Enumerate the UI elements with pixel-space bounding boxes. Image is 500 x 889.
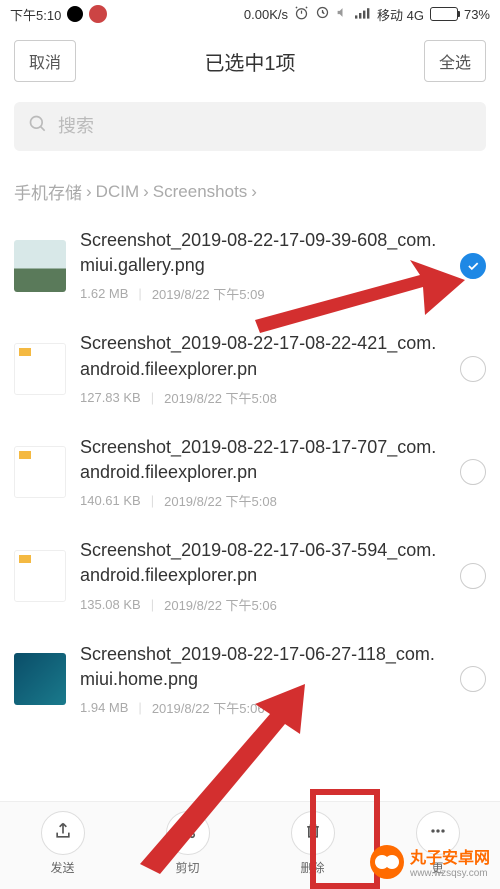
app-icon <box>89 5 107 23</box>
checkbox[interactable] <box>460 666 486 692</box>
file-date: 2019/8/22 下午5:09 <box>152 284 265 303</box>
delete-button[interactable]: 删除 <box>291 811 335 876</box>
checkbox-checked[interactable] <box>460 253 486 279</box>
list-item[interactable]: Screenshot_2019-08-22-17-08-17-707_com.a… <box>0 421 500 524</box>
watermark-title: 丸子安卓网 <box>410 844 490 868</box>
mute-icon <box>336 6 349 22</box>
send-button[interactable]: 发送 <box>41 811 85 876</box>
clock-icon <box>315 5 330 23</box>
more-icon <box>428 821 448 846</box>
battery-pct: 73% <box>464 7 490 22</box>
thumbnail <box>14 240 66 292</box>
file-name: Screenshot_2019-08-22-17-06-27-118_com.m… <box>80 642 446 692</box>
file-size: 140.61 KB <box>80 493 141 508</box>
checkbox[interactable] <box>460 356 486 382</box>
list-item[interactable]: Screenshot_2019-08-22-17-06-27-118_com.m… <box>0 628 500 731</box>
watermark-logo <box>370 845 404 879</box>
file-name: Screenshot_2019-08-22-17-08-17-707_com.a… <box>80 435 446 485</box>
file-list: Screenshot_2019-08-22-17-09-39-608_com.m… <box>0 214 500 731</box>
battery-icon <box>430 7 458 21</box>
file-name: Screenshot_2019-08-22-17-09-39-608_com.m… <box>80 228 446 278</box>
netspeed: 0.00K/s <box>244 7 288 22</box>
breadcrumb[interactable]: 手机存储 › DCIM › Screenshots › <box>0 165 500 214</box>
qq-icon <box>67 6 83 22</box>
file-date: 2019/8/22 下午5:08 <box>164 388 277 407</box>
search-box[interactable] <box>14 102 486 151</box>
cut-button[interactable]: 剪切 <box>166 811 210 876</box>
file-size: 127.83 KB <box>80 390 141 405</box>
signal-icon <box>355 7 371 22</box>
watermark-url: www.wzsqsy.com <box>410 868 490 879</box>
header: 取消 已选中1项 全选 <box>0 28 500 94</box>
share-icon <box>53 821 73 846</box>
chevron-right-icon: › <box>86 182 92 202</box>
scissors-icon <box>178 821 198 846</box>
thumbnail <box>14 343 66 395</box>
checkbox[interactable] <box>460 563 486 589</box>
file-size: 135.08 KB <box>80 597 141 612</box>
file-name: Screenshot_2019-08-22-17-06-37-594_com.a… <box>80 538 446 588</box>
file-name: Screenshot_2019-08-22-17-08-22-421_com.a… <box>80 331 446 381</box>
file-size: 1.62 MB <box>80 286 128 301</box>
select-all-button[interactable]: 全选 <box>424 40 486 82</box>
list-item[interactable]: Screenshot_2019-08-22-17-08-22-421_com.a… <box>0 317 500 420</box>
chevron-right-icon: › <box>143 182 149 202</box>
status-bar: 下午5:10 0.00K/s 移动 4G 73% <box>0 0 500 28</box>
file-date: 2019/8/22 下午5:06 <box>152 698 265 717</box>
watermark: 丸子安卓网 www.wzsqsy.com <box>370 844 490 879</box>
list-item[interactable]: Screenshot_2019-08-22-17-06-37-594_com.a… <box>0 524 500 627</box>
list-item[interactable]: Screenshot_2019-08-22-17-09-39-608_com.m… <box>0 214 500 317</box>
checkbox[interactable] <box>460 459 486 485</box>
trash-icon <box>303 821 323 846</box>
file-date: 2019/8/22 下午5:06 <box>164 595 277 614</box>
thumbnail <box>14 653 66 705</box>
page-title: 已选中1项 <box>76 47 424 76</box>
search-icon <box>28 114 48 139</box>
status-time: 下午5:10 <box>10 5 61 24</box>
thumbnail <box>14 550 66 602</box>
breadcrumb-part[interactable]: 手机存储 <box>14 179 82 204</box>
file-date: 2019/8/22 下午5:08 <box>164 491 277 510</box>
breadcrumb-part[interactable]: Screenshots <box>153 182 248 202</box>
search-input[interactable] <box>58 116 472 137</box>
cancel-button[interactable]: 取消 <box>14 40 76 82</box>
alarm-icon <box>294 5 309 23</box>
thumbnail <box>14 446 66 498</box>
file-size: 1.94 MB <box>80 700 128 715</box>
carrier: 移动 4G <box>377 5 424 24</box>
chevron-right-icon: › <box>251 182 257 202</box>
breadcrumb-part[interactable]: DCIM <box>96 182 139 202</box>
